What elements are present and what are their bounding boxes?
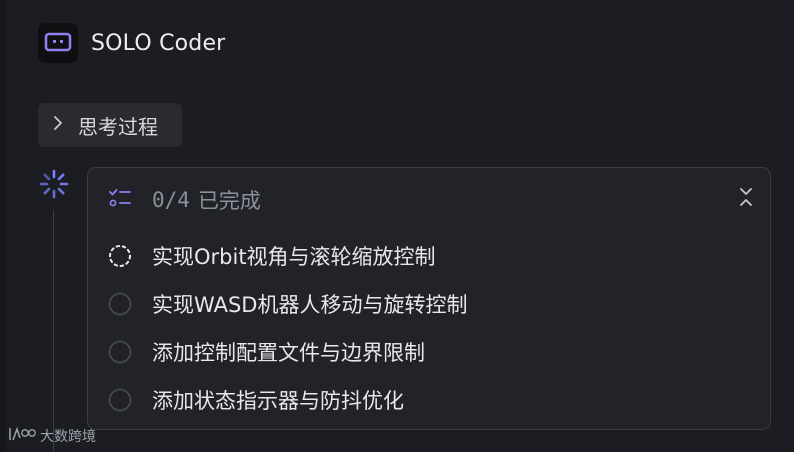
watermark-text: 大数跨境	[40, 429, 96, 445]
left-rail	[0, 0, 6, 452]
todo-item-text: 实现Orbit视角与滚轮缩放控制	[152, 245, 436, 269]
todo-item-text: 实现WASD机器人移动与旋转控制	[152, 293, 468, 317]
timeline-line	[53, 210, 54, 452]
todo-item-text: 添加状态指示器与防抖优化	[152, 389, 404, 413]
checklist-icon	[108, 187, 132, 213]
robot-icon	[38, 23, 78, 63]
todo-card: 0/4 已完成 实现Orbit视角与滚轮缩放控制 实现WASD机器人移动与旋转控…	[87, 167, 771, 430]
watermark: 大数跨境	[8, 425, 96, 447]
todo-item: 添加状态指示器与防抖优化	[108, 376, 467, 424]
todo-item-text: 添加控制配置文件与边界限制	[152, 341, 425, 365]
collapse-button[interactable]	[734, 186, 758, 212]
todo-item: 实现Orbit视角与滚轮缩放控制	[108, 232, 467, 280]
empty-circle-icon	[108, 388, 132, 412]
chevron-right-icon	[50, 114, 66, 136]
todo-item: 实现WASD机器人移动与旋转控制	[108, 280, 467, 328]
agent-header: SOLO Coder	[38, 23, 225, 63]
in-progress-dashed-circle-icon	[108, 244, 132, 268]
todo-list: 实现Orbit视角与滚轮缩放控制 实现WASD机器人移动与旋转控制 添加控制配置…	[108, 232, 467, 424]
empty-circle-icon	[108, 292, 132, 316]
agent-name: SOLO Coder	[91, 30, 226, 56]
todo-item: 添加控制配置文件与边界限制	[108, 328, 467, 376]
chat-panel: SOLO Coder 思考过程 0/4 已完成 实现Orbit视角与滚轮缩放控制…	[0, 0, 794, 452]
todo-header: 0/4 已完成	[108, 184, 261, 216]
thinking-toggle[interactable]: 思考过程	[38, 103, 182, 147]
watermark-logo-icon	[8, 425, 36, 447]
collapse-icon	[738, 186, 754, 212]
loading-spinner-icon	[38, 168, 70, 200]
thinking-label: 思考过程	[78, 114, 158, 139]
todo-progress: 0/4	[152, 188, 190, 212]
empty-circle-icon	[108, 340, 132, 364]
todo-status: 已完成	[197, 189, 261, 213]
